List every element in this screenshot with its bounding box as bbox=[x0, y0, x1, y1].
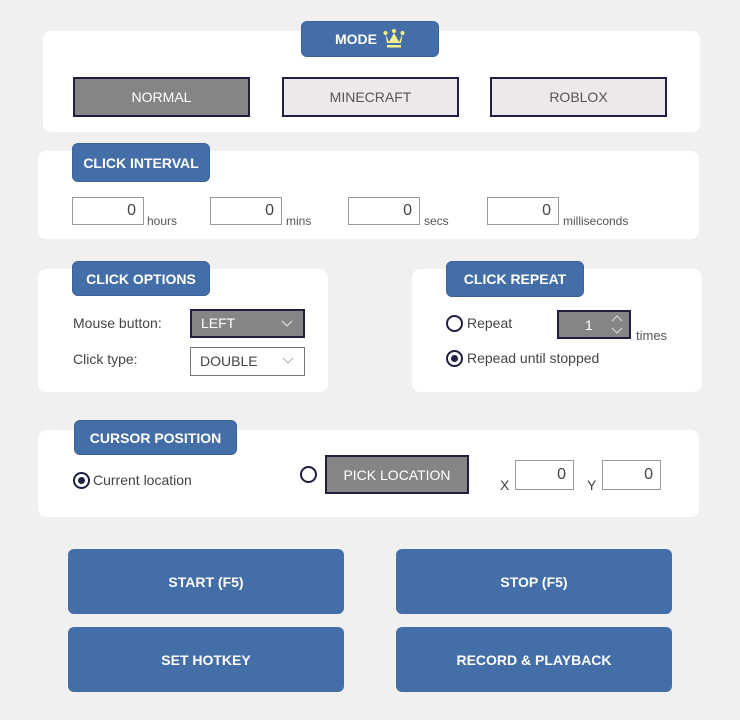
secs-input[interactable]: 0 bbox=[348, 197, 420, 225]
secs-unit-label: secs bbox=[424, 214, 449, 228]
x-coordinate-input[interactable]: 0 bbox=[515, 460, 574, 490]
set-hotkey-button[interactable]: SET HOTKEY bbox=[68, 627, 344, 692]
cursor-position-header: CURSOR POSITION bbox=[74, 420, 237, 455]
mouse-button-select[interactable]: LEFT bbox=[190, 309, 305, 338]
start-button[interactable]: START (F5) bbox=[68, 549, 344, 614]
click-repeat-header: CLICK REPEAT bbox=[446, 261, 584, 297]
mouse-button-value: LEFT bbox=[201, 315, 236, 331]
current-location-radio[interactable] bbox=[73, 472, 90, 489]
mouse-button-label: Mouse button: bbox=[73, 315, 162, 331]
click-options-header: CLICK OPTIONS bbox=[72, 261, 210, 296]
repeat-radio[interactable] bbox=[446, 315, 463, 332]
crown-icon bbox=[383, 29, 405, 48]
mode-minecraft-button[interactable]: MINECRAFT bbox=[282, 77, 459, 117]
mode-normal-button[interactable]: NORMAL bbox=[73, 77, 250, 117]
milliseconds-input[interactable]: 0 bbox=[487, 197, 559, 225]
mode-title: MODE bbox=[335, 31, 377, 47]
repeat-label: Repeat bbox=[467, 315, 513, 331]
mins-unit-label: mins bbox=[286, 214, 312, 228]
record-playback-button[interactable]: RECORD & PLAYBACK bbox=[396, 627, 672, 692]
click-type-value: DOUBLE bbox=[200, 353, 258, 369]
times-label: times bbox=[636, 328, 668, 343]
click-type-select[interactable]: DOUBLE bbox=[190, 347, 305, 376]
mode-roblox-button[interactable]: ROBLOX bbox=[490, 77, 667, 117]
chevron-down-icon bbox=[281, 320, 293, 327]
mode-header: MODE bbox=[301, 21, 439, 57]
hours-input[interactable]: 0 bbox=[72, 197, 144, 225]
pick-location-radio[interactable] bbox=[300, 466, 317, 483]
repeat-until-stopped-label: Repead until stopped bbox=[467, 350, 600, 366]
current-location-label: Current location bbox=[93, 472, 192, 488]
click-type-label: Click type: bbox=[73, 351, 138, 367]
mins-input[interactable]: 0 bbox=[210, 197, 282, 225]
milliseconds-unit-label: milliseconds bbox=[563, 214, 629, 228]
repeat-until-stopped-radio[interactable] bbox=[446, 350, 463, 367]
y-label: Y bbox=[587, 477, 597, 493]
pick-location-button[interactable]: PICK LOCATION bbox=[325, 455, 469, 494]
y-coordinate-input[interactable]: 0 bbox=[602, 460, 661, 490]
click-interval-header: CLICK INTERVAL bbox=[72, 143, 210, 182]
hours-unit-label: hours bbox=[147, 214, 178, 228]
stepper-up-icon[interactable] bbox=[611, 314, 623, 322]
repeat-count-stepper[interactable]: 1 bbox=[557, 310, 631, 339]
repeat-count-value: 1 bbox=[585, 317, 593, 333]
x-label: X bbox=[500, 477, 510, 493]
stop-button[interactable]: STOP (F5) bbox=[396, 549, 672, 614]
stepper-down-icon[interactable] bbox=[611, 327, 623, 335]
chevron-down-icon bbox=[282, 357, 294, 364]
